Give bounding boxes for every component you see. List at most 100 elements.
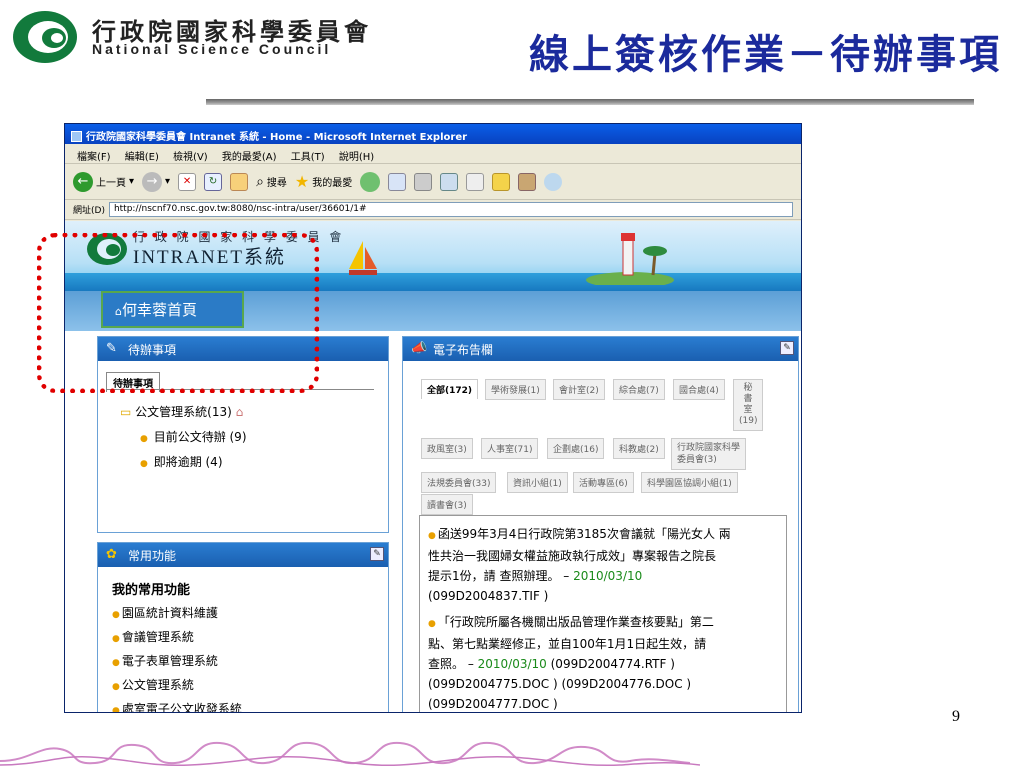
bulletin-panel-title: 電子布告欄 [433, 343, 494, 357]
menu-file[interactable]: 檔案(F) [77, 152, 111, 163]
menu-help[interactable]: 說明(H) [339, 152, 374, 163]
refresh-icon[interactable]: ↻ [204, 172, 223, 191]
highlight-box [37, 233, 319, 393]
toolbar: ← 上一頁 ▾ → ▾ ✕ ↻ ⌕ 搜尋 ★ 我的最愛 [65, 164, 801, 200]
title-divider [206, 99, 974, 105]
address-label: 網址(D) [73, 206, 105, 216]
tab-events[interactable]: 活動專區(6) [573, 472, 634, 493]
search-icon: ⌕ [256, 173, 264, 190]
users-icon[interactable] [544, 172, 563, 191]
tab-ethics[interactable]: 政風室(3) [421, 438, 473, 459]
tab-all[interactable]: 全部(172) [421, 379, 479, 399]
tab-personnel[interactable]: 人事室(71) [481, 438, 539, 459]
tab-nsc-line: 委員會(3) [677, 455, 717, 465]
news-line: 函送99年3月4日行政院第3185次會議就「陽光女人 兩 [437, 527, 731, 541]
tab-general[interactable]: 綜合處(7) [613, 379, 665, 400]
tab-science-park[interactable]: 科學園區協調小組(1) [641, 472, 738, 493]
edit-panel-icon[interactable]: ✎ [370, 547, 384, 561]
news-line: 點、第七點業經修正，並自100年1月1日起生效，請 [428, 637, 707, 651]
fav-item[interactable]: ● 處室電子公文收發系統 [112, 700, 242, 713]
back-button[interactable]: ← 上一頁 ▾ [73, 171, 134, 192]
folder-icon[interactable] [492, 172, 511, 191]
bullet-icon: ● [112, 706, 120, 713]
news-item[interactable]: ● 函送99年3月4日行政院第3185次會議就「陽光女人 兩 性共治一我國婦女權益… [428, 524, 778, 606]
bulletin-panel-header: 📣 電子布告欄 ✎ [403, 337, 798, 361]
bullet-icon: ● [428, 531, 436, 541]
address-bar: 網址(D) http://nscnf70.nsc.gov.tw:8080/nsc… [65, 200, 801, 220]
bulletin-panel: 📣 電子布告欄 ✎ 全部(172) 學術發展(1) 會計室(2) 綜合處(7) … [402, 336, 799, 712]
edit-panel-icon[interactable]: ✎ [780, 341, 794, 355]
fav-item[interactable]: ● 公文管理系統 [112, 676, 194, 693]
todo-item-label: 即將逾期 (4) [153, 455, 223, 469]
mail-icon[interactable] [388, 172, 407, 191]
news-attachment[interactable]: (099D2004774.RTF ) [547, 657, 675, 671]
ie-page-icon [71, 131, 82, 142]
tab-science-edu[interactable]: 科教處(2) [613, 438, 665, 459]
todo-item-doc-system[interactable]: ▭ 公文管理系統(13) ⌂ [120, 403, 243, 420]
bullet-icon: ● [112, 634, 120, 644]
home-small-icon: ⌂ [235, 405, 244, 419]
menu-edit[interactable]: 編輯(E) [125, 152, 159, 163]
folder-small-icon: ▭ [120, 405, 132, 419]
address-input[interactable]: http://nscnf70.nsc.gov.tw:8080/nsc-intra… [108, 202, 793, 217]
news-item[interactable]: ● 「行政院所屬各機關出版品管理作業查核要點」第二 點、第七點業經修正，並自100… [428, 612, 778, 712]
menu-tools[interactable]: 工具(T) [291, 152, 325, 163]
search-button[interactable]: ⌕ 搜尋 [256, 174, 287, 190]
tab-accounting[interactable]: 會計室(2) [553, 379, 605, 400]
tab-info-group[interactable]: 資訊小組(1) [507, 472, 568, 493]
stop-icon[interactable]: ✕ [178, 172, 197, 191]
menu-view[interactable]: 檢視(V) [173, 152, 208, 163]
bullet-icon: ● [112, 610, 120, 620]
news-attachment[interactable]: (099D2004777.DOC ) [428, 697, 558, 711]
menu-bar: 檔案(F) 編輯(E) 檢視(V) 我的最愛(A) 工具(T) 說明(H) [65, 144, 801, 164]
tab-regulations[interactable]: 法規委員會(33) [421, 472, 497, 493]
menu-favorites[interactable]: 我的最愛(A) [222, 152, 277, 163]
lighthouse-island-icon [586, 233, 674, 285]
edit-icon[interactable] [466, 172, 485, 191]
news-date: 2010/03/10 [573, 569, 643, 583]
print-icon[interactable] [414, 172, 433, 191]
news-attachment[interactable]: (099D2004837.TIF ) [428, 589, 548, 603]
favorites-panel: ✿ 常用功能 ✎ 我的常用功能 ● 園區統計資料維護 ● 會議管理系統 ● 電子表單管… [97, 542, 389, 713]
todo-item-due-soon[interactable]: ● 即將逾期 (4) [140, 453, 223, 470]
footer-ornament [0, 741, 700, 767]
fav-item[interactable]: ● 電子表單管理系統 [112, 652, 218, 669]
nsc-logo-icon [13, 11, 77, 63]
megaphone-icon: 📣 [411, 341, 428, 356]
star-icon: ★ [294, 172, 310, 191]
news-attachment[interactable]: (099D2004775.DOC ) (099D2004776.DOC ) [428, 677, 691, 691]
tab-secretary[interactable]: 秘 書 室 (19) [733, 379, 763, 431]
favorites-section-title: 我的常用功能 [112, 583, 191, 598]
sailboat-icon [349, 241, 377, 275]
fav-item[interactable]: ● 園區統計資料維護 [112, 604, 218, 621]
tab-nsc[interactable]: 行政院國家科學 委員會(3) [671, 438, 747, 470]
messenger-icon[interactable] [440, 172, 459, 191]
window-title: 行政院國家科學委員會 Intranet 系統 - Home - Microsof… [86, 132, 468, 143]
news-list: ● 函送99年3月4日行政院第3185次會議就「陽光女人 兩 性共治一我國婦女權益… [419, 515, 787, 712]
forward-button[interactable]: → ▾ [142, 171, 170, 192]
ie-browser-window: 行政院國家科學委員會 Intranet 系統 - Home - Microsof… [64, 123, 802, 713]
tab-international[interactable]: 國合處(4) [673, 379, 725, 400]
search-label: 搜尋 [266, 178, 287, 189]
fav-item-label: 處室電子公文收發系統 [121, 702, 242, 713]
tab-reading-club[interactable]: 讀書會(3) [421, 494, 473, 515]
favorites-button[interactable]: ★ 我的最愛 [295, 172, 352, 191]
favorites-panel-header: ✿ 常用功能 ✎ [98, 543, 388, 567]
fav-item-label: 園區統計資料維護 [121, 606, 218, 620]
gear-icon: ✿ [106, 547, 117, 562]
tab-planning[interactable]: 企劃處(16) [547, 438, 605, 459]
favorites-label: 我的最愛 [312, 178, 353, 189]
research-icon[interactable] [518, 172, 537, 191]
fav-item-label: 公文管理系統 [121, 678, 194, 692]
todo-item-current[interactable]: ● 目前公文待辦 (9) [140, 428, 247, 445]
tab-secretary-line: 秘 [743, 383, 753, 393]
history-icon[interactable] [360, 171, 381, 192]
fav-item[interactable]: ● 會議管理系統 [112, 628, 194, 645]
todo-item-label: 公文管理系統(13) [135, 405, 232, 419]
back-arrow-icon: ← [73, 171, 93, 192]
news-line: 查照。 – [428, 657, 478, 671]
home-icon[interactable] [230, 172, 249, 191]
bullet-icon: ● [112, 658, 120, 668]
tab-academic[interactable]: 學術發展(1) [485, 379, 546, 400]
tab-secretary-line: 室 [743, 405, 753, 415]
